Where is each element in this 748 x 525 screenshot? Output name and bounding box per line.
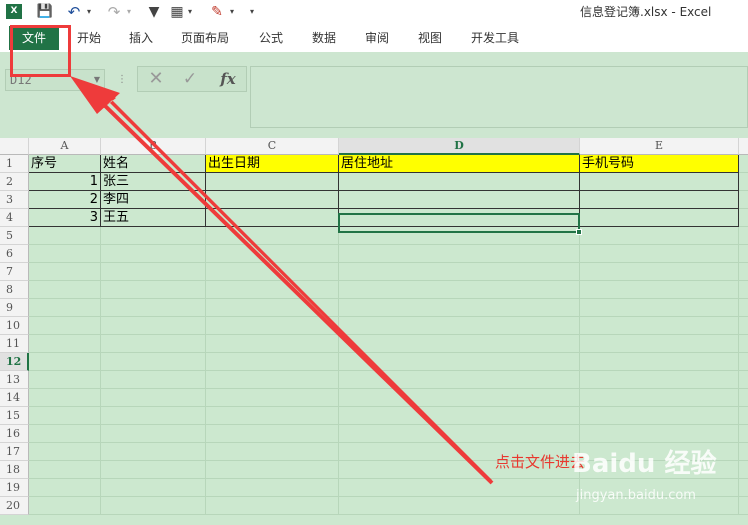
- baidu-watermark: Baidu 经验 jingyan.baidu.com: [572, 440, 748, 520]
- watermark-logo: Baidu 经验: [572, 449, 717, 479]
- watermark-url: jingyan.baidu.com: [576, 488, 696, 503]
